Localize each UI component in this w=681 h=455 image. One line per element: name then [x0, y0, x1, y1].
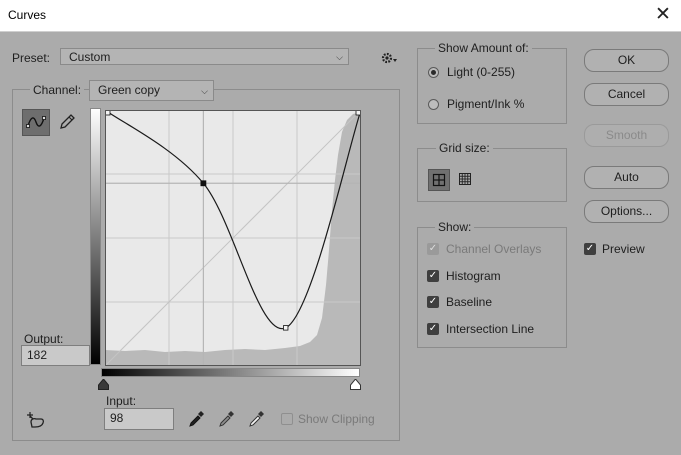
curve-control-point[interactable] — [355, 110, 361, 116]
channel-value: Green copy — [98, 83, 161, 97]
preset-value: Custom — [69, 50, 111, 64]
show-amount-title: Show Amount of: — [435, 41, 532, 55]
curve-control-point[interactable] — [283, 325, 289, 331]
baseline-label: Baseline — [446, 295, 493, 309]
channel-label: Channel: — [30, 83, 85, 97]
preset-select[interactable]: Custom ⌵ — [60, 48, 349, 65]
channel-select[interactable]: Green copy ⌵ — [89, 80, 214, 101]
channel-overlays-checkbox[interactable]: ✓ — [427, 243, 439, 255]
output-field[interactable]: 182 — [21, 345, 90, 366]
pigment-radio-label: Pigment/Ink % — [447, 97, 525, 111]
window-title: Curves — [8, 8, 47, 22]
smooth-button[interactable]: Smooth — [584, 124, 669, 147]
light-radio-label: Light (0-255) — [447, 65, 516, 79]
light-radio[interactable] — [428, 67, 439, 78]
auto-button[interactable]: Auto — [584, 166, 669, 189]
black-eyedropper-icon[interactable] — [188, 410, 204, 428]
preview-checkbox[interactable]: ✓ — [584, 243, 596, 255]
gray-eyedropper-icon[interactable] — [218, 410, 234, 428]
show-clipping-checkbox[interactable] — [281, 413, 293, 425]
title-bar — [0, 0, 681, 32]
black-point-slider[interactable] — [98, 379, 109, 390]
pencil-icon — [60, 114, 75, 129]
white-point-slider[interactable] — [350, 379, 361, 390]
pencil-tool-button[interactable] — [54, 109, 82, 136]
intersection-line-label: Intersection Line — [446, 322, 535, 336]
grid-size-title: Grid size: — [436, 141, 493, 155]
curve-control-point[interactable] — [200, 180, 207, 187]
ok-button[interactable]: OK — [584, 49, 669, 72]
input-gradient-bar — [101, 368, 360, 377]
output-label: Output: — [24, 332, 64, 346]
detailed-grid-button[interactable] — [455, 169, 477, 191]
preview-label: Preview — [602, 242, 645, 256]
intersection-line-checkbox[interactable]: ✓ — [427, 323, 439, 335]
output-gradient-bar — [90, 108, 101, 365]
curve-points-tool-button[interactable] — [22, 109, 50, 136]
chevron-down-icon: ⌵ — [201, 86, 208, 96]
input-field[interactable]: 98 — [104, 408, 174, 430]
histogram-label: Histogram — [446, 269, 501, 283]
show-title: Show: — [435, 220, 475, 234]
curve-control-point[interactable] — [105, 110, 111, 116]
preset-label: Preset: — [12, 51, 51, 65]
curve-graph[interactable] — [105, 110, 361, 366]
simple-grid-icon — [432, 173, 446, 187]
gear-icon[interactable] — [381, 51, 399, 65]
options-button[interactable]: Options... — [584, 200, 669, 223]
white-eyedropper-icon[interactable] — [248, 410, 264, 428]
close-icon[interactable]: ✕ — [650, 3, 676, 27]
input-label: Input: — [106, 394, 137, 408]
simple-grid-button[interactable] — [428, 169, 450, 191]
pigment-radio[interactable] — [428, 99, 439, 110]
cancel-button[interactable]: Cancel — [584, 83, 669, 106]
show-clipping-label: Show Clipping — [298, 412, 375, 426]
histogram-checkbox[interactable]: ✓ — [427, 270, 439, 282]
show-amount-groupbox — [417, 48, 567, 124]
detailed-grid-icon — [459, 173, 471, 185]
hand-target-icon[interactable] — [22, 410, 48, 430]
chevron-down-icon: ⌵ — [336, 52, 343, 62]
curve-points-icon — [26, 116, 46, 128]
channel-overlays-label: Channel Overlays — [446, 242, 542, 256]
baseline-checkbox[interactable]: ✓ — [427, 296, 439, 308]
